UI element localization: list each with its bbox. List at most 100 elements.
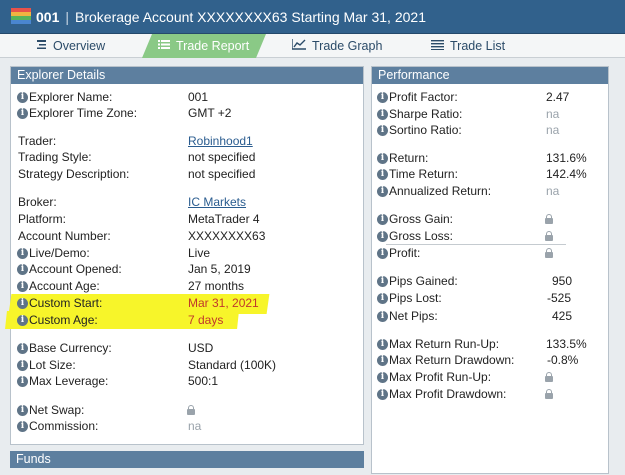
lock-icon [187, 405, 195, 415]
tab-trade-list[interactable]: Trade List [431, 34, 531, 58]
row-label-text: Pips Lost: [389, 291, 442, 305]
panel-header: Performance [372, 67, 608, 84]
row-label-text: Profit Factor: [389, 90, 458, 104]
detail-row: i Return: 131.6% [0, 150, 625, 166]
detail-row: i Max Profit Run-Up: [0, 369, 625, 385]
detail-row: i Max Profit Drawdown: [0, 386, 625, 402]
row-label-text: Profit: [389, 246, 421, 260]
row-label-text: Time Return: [389, 167, 458, 181]
row-label: i Commission: [17, 418, 98, 434]
row-value: 950 [552, 274, 573, 288]
row-label-text: Gross Loss: [389, 229, 454, 243]
row-label-text: Max Return Run-Up: [389, 337, 500, 351]
detail-row: i Profit Factor: 2.47 [0, 89, 625, 105]
info-icon[interactable]: i [377, 247, 388, 259]
row-label-text: Annualized Return: [389, 184, 492, 198]
detail-row: i Pips Lost: -525 [0, 290, 625, 306]
detail-row: i Gross Gain: [0, 211, 625, 227]
account-title: Brokerage Account XXXXXXXX63 Starting Ma… [75, 8, 426, 25]
row-label: i Profit Factor: [377, 89, 458, 105]
panel-header: Explorer Details [11, 67, 363, 84]
lock-icon [545, 231, 553, 241]
row-label-text: Max Return Drawdown: [389, 353, 515, 367]
row-value: na [188, 419, 202, 433]
row-label-text: Commission: [29, 419, 99, 433]
row-label: i Net Pips: [377, 308, 438, 324]
row-label-text: Max Profit Run-Up: [389, 370, 492, 384]
title-separator: | [65, 8, 69, 25]
row-label: i Profit: [377, 245, 420, 261]
info-icon[interactable]: i [377, 91, 388, 103]
info-icon[interactable]: i [377, 310, 388, 322]
info-icon[interactable]: i [377, 213, 388, 225]
account-id: 001 [36, 8, 60, 25]
title-bar: 001 | Brokerage Account XXXXXXXX63 Start… [0, 0, 625, 34]
row-label: i Time Return: [377, 166, 458, 182]
row-value: -525 [547, 291, 572, 305]
tab-overview[interactable]: Overview [36, 34, 136, 58]
lines-icon [431, 39, 444, 53]
row-value: 2.47 [546, 90, 570, 104]
tab-label: Trade Report [176, 39, 250, 53]
tab-trade-report[interactable]: Trade Report [142, 34, 266, 58]
info-icon[interactable]: i [377, 388, 388, 400]
row-label: i Max Return Run-Up: [377, 336, 499, 352]
row-value: na [546, 107, 560, 121]
detail-row: i Annualized Return: na [0, 183, 625, 199]
detail-row: i Max Return Drawdown: -0.8% [0, 352, 625, 368]
info-icon[interactable]: i [17, 404, 28, 416]
detail-row: i Pips Gained: 950 [0, 273, 625, 289]
row-label: i Net Swap: [17, 402, 84, 418]
detail-row: i Net Pips: 425 [0, 308, 625, 324]
row-value: -0.8% [547, 353, 579, 367]
info-icon[interactable]: i [377, 124, 388, 136]
detail-row: i Time Return: 142.4% [0, 166, 625, 182]
info-icon[interactable]: i [17, 420, 28, 432]
info-icon[interactable]: i [377, 185, 388, 197]
graph-icon [291, 39, 306, 53]
detail-row: i Profit: [0, 245, 625, 261]
info-icon[interactable]: i [377, 371, 388, 383]
info-icon[interactable]: i [377, 338, 388, 350]
row-value: 425 [552, 309, 573, 323]
row-value: 142.4% [546, 167, 587, 181]
row-value: 133.5% [546, 337, 587, 351]
tab-label: Overview [53, 39, 106, 53]
row-label: i Sharpe Ratio: [377, 106, 462, 122]
row-label-text: Return: [389, 151, 429, 165]
info-icon[interactable]: i [377, 354, 388, 366]
detail-row: i Net Swap: [0, 402, 625, 418]
info-icon[interactable]: i [377, 152, 388, 164]
row-label-text: Max Profit Drawdown: [389, 387, 507, 401]
info-icon[interactable]: i [377, 168, 388, 180]
info-icon[interactable]: i [377, 108, 388, 120]
lock-icon [545, 389, 553, 399]
row-label: i Max Profit Drawdown: [377, 386, 506, 402]
lock-icon [545, 248, 553, 258]
row-label: i Gross Loss: [377, 228, 453, 244]
overview-icon [36, 39, 47, 53]
row-label-text: Net Pips: [389, 309, 438, 323]
row-label: i Pips Lost: [377, 290, 442, 306]
tab-trade-graph[interactable]: Trade Graph [291, 34, 402, 58]
detail-row: i Max Return Run-Up: 133.5% [0, 336, 625, 352]
list-icon [158, 39, 170, 53]
row-divider [386, 244, 566, 245]
nav-bar: Overview Trade Report Trade Graph Trade … [0, 34, 625, 58]
row-label-text: Sharpe Ratio: [389, 107, 463, 121]
tab-label: Trade List [450, 39, 506, 53]
row-value: na [546, 184, 560, 198]
info-icon[interactable]: i [377, 230, 388, 242]
detail-row: i Commission: na [0, 418, 625, 434]
row-label-text: Net Swap: [29, 403, 85, 417]
lock-icon [545, 214, 553, 224]
row-label-text: Pips Gained: [389, 274, 458, 288]
lock-icon [545, 372, 553, 382]
row-label: i Annualized Return: [377, 183, 491, 199]
detail-row: i Sharpe Ratio: na [0, 106, 625, 122]
info-icon[interactable]: i [377, 275, 388, 287]
info-icon[interactable]: i [377, 292, 388, 304]
row-label: i Return: [377, 150, 428, 166]
detail-row: i Gross Loss: [0, 228, 625, 244]
tab-label: Trade Graph [312, 39, 383, 53]
